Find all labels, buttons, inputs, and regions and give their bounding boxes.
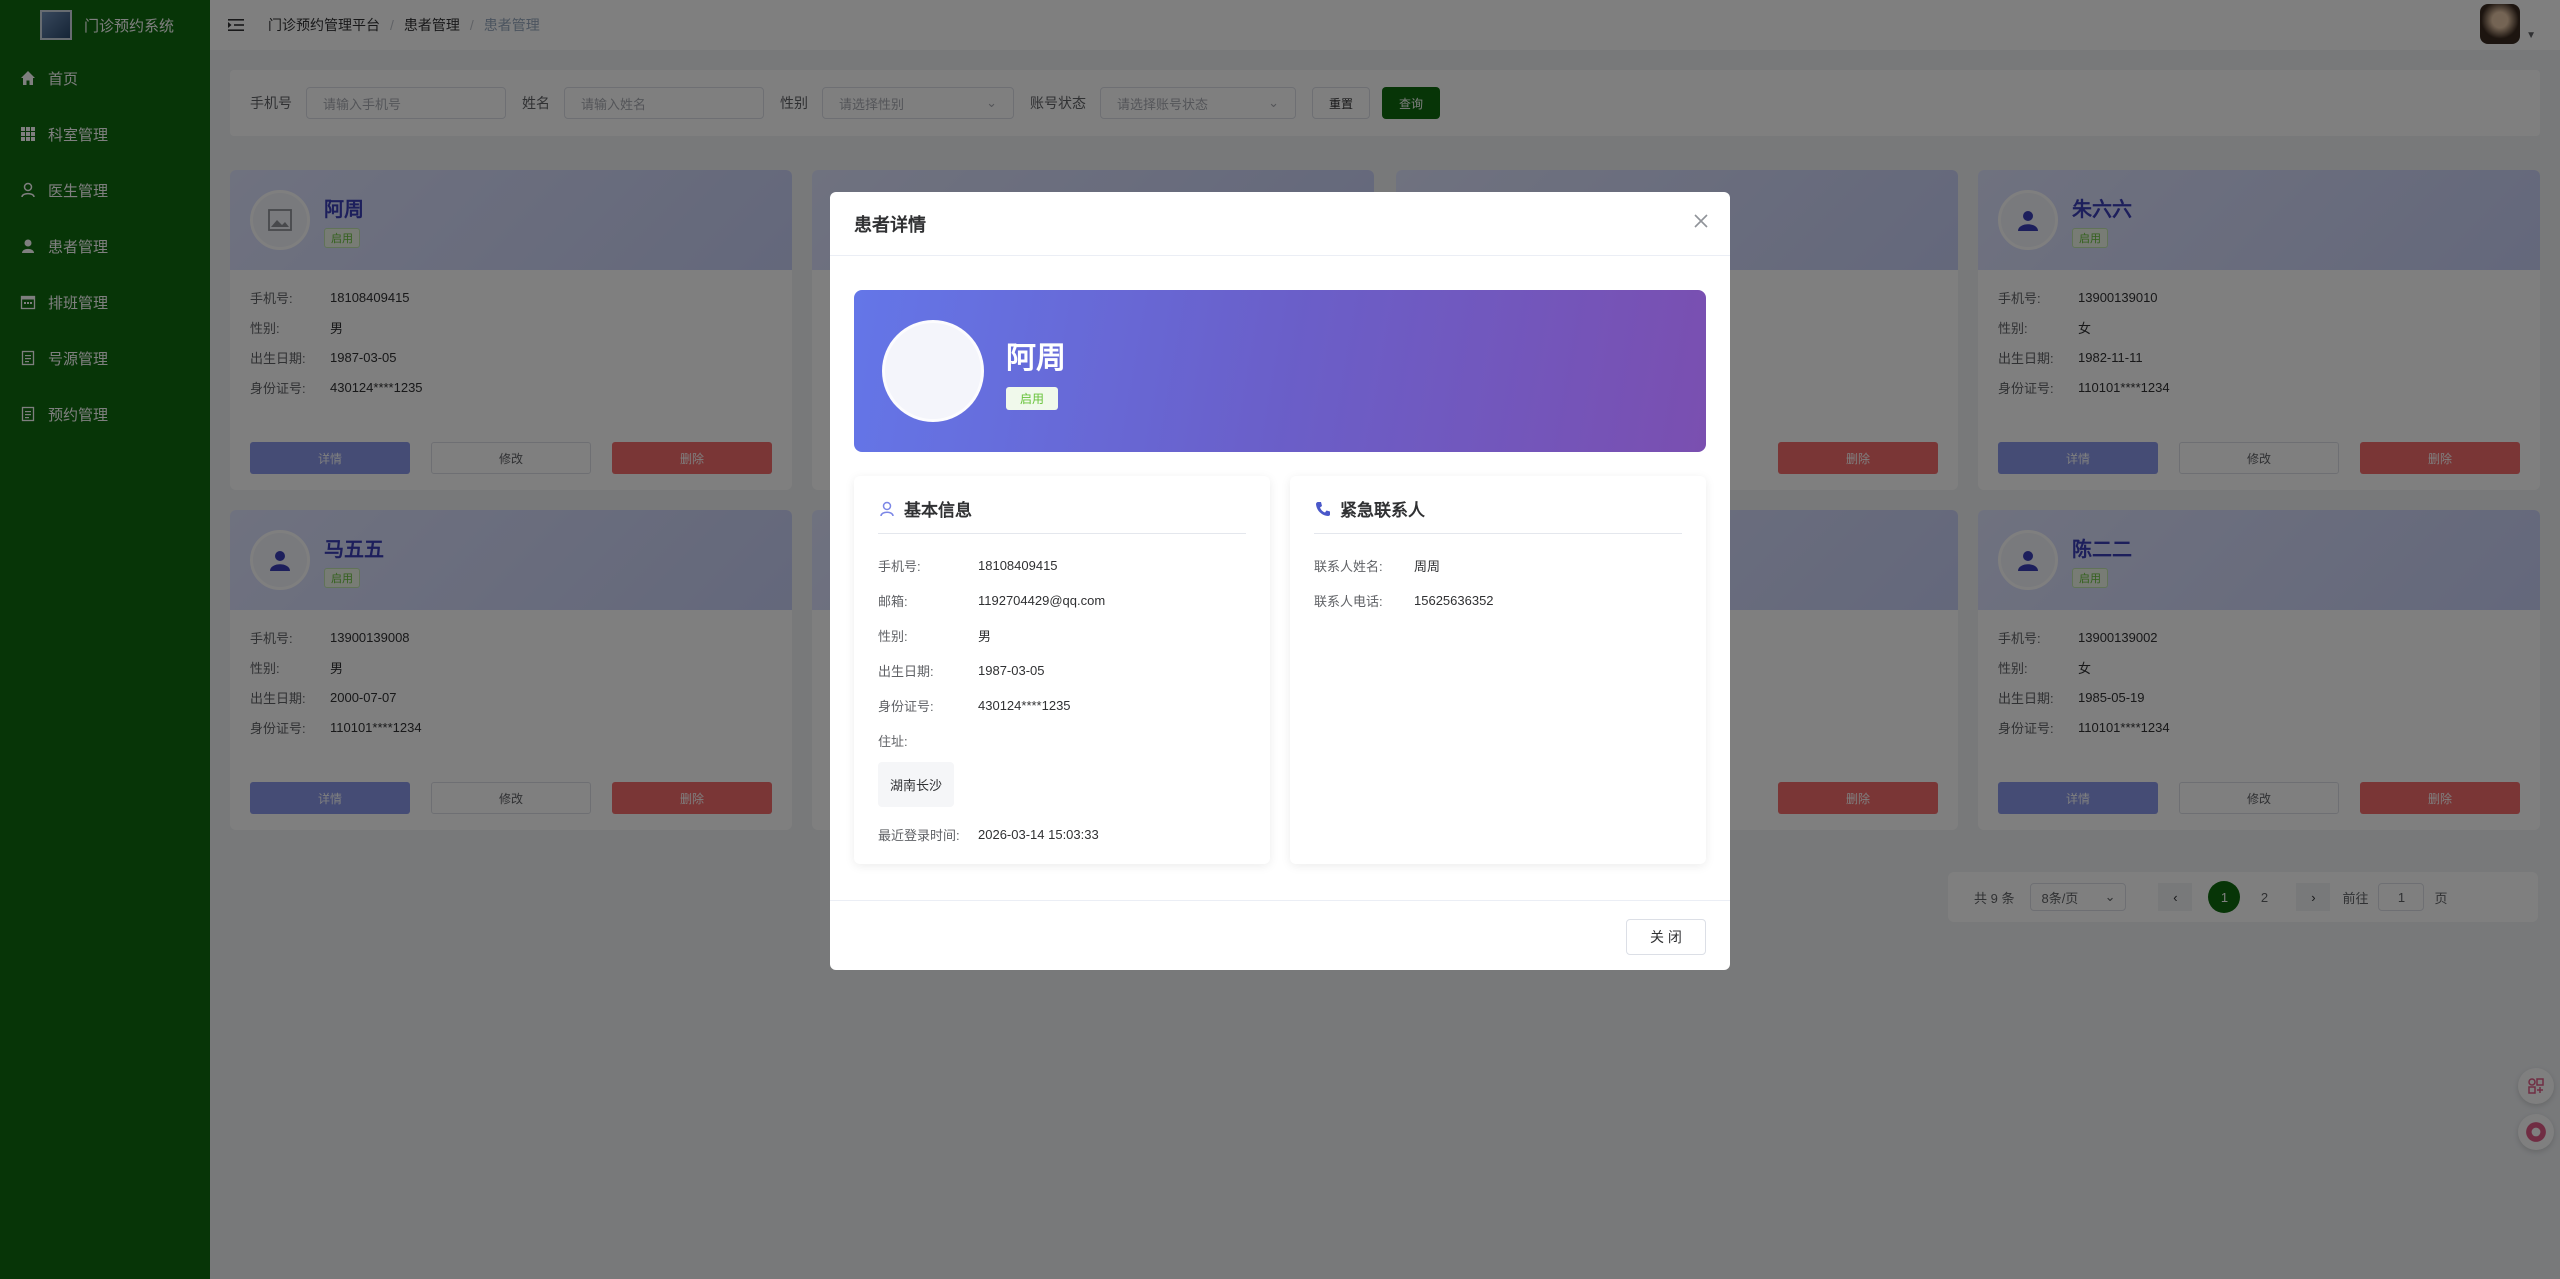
field-value: 430124****1235: [978, 698, 1071, 713]
phone-icon: [1316, 501, 1330, 516]
close-icon[interactable]: [1692, 212, 1710, 230]
last-login-label: 最近登录时间:: [878, 828, 960, 843]
dialog-title: 患者详情: [854, 214, 926, 235]
address-label: 住址:: [878, 734, 908, 749]
dialog-header: 患者详情: [830, 192, 1730, 256]
field-value: 18108409415: [978, 558, 1058, 573]
avatar: [882, 320, 984, 422]
field-label: 性别:: [878, 629, 908, 644]
field-value: 15625636352: [1414, 593, 1494, 608]
status-badge: 启用: [1006, 386, 1059, 410]
field-value: 1192704429@qq.com: [978, 593, 1106, 608]
field-value: 周周: [1414, 559, 1441, 574]
patient-detail-dialog: 患者详情 阿周 启用 基本信息 手机号: 18108409415 邮箱: 11927…: [830, 192, 1730, 970]
section-title: 基本信息: [904, 501, 972, 520]
field-label: 联系人姓名:: [1314, 559, 1383, 574]
address-value: 湖南长沙: [878, 762, 955, 807]
dialog-footer: 关 闭: [830, 900, 1730, 970]
basic-info-card: 基本信息 手机号: 18108409415 邮箱: 1192704429@qq.co…: [854, 476, 1270, 864]
section-title: 紧急联系人: [1340, 501, 1425, 520]
patient-name: 阿周: [1006, 341, 1066, 375]
basic-info-title: 基本信息: [878, 496, 1246, 534]
patient-hero-banner: 阿周 启用: [854, 290, 1706, 452]
field-value: 1987-03-05: [978, 663, 1045, 678]
field-label: 手机号:: [878, 559, 921, 574]
close-button[interactable]: 关 闭: [1626, 919, 1706, 955]
user-icon: [880, 501, 894, 516]
field-label: 联系人电话:: [1314, 594, 1383, 609]
field-label: 身份证号:: [878, 699, 934, 714]
field-label: 邮箱:: [878, 594, 908, 609]
last-login-value: 2026-03-14 15:03:33: [978, 827, 1099, 842]
emergency-contact-card: 紧急联系人 联系人姓名: 周周 联系人电话: 15625636352: [1290, 476, 1706, 864]
field-value: 男: [978, 629, 992, 644]
field-label: 出生日期:: [878, 664, 934, 679]
emergency-title: 紧急联系人: [1314, 496, 1682, 534]
